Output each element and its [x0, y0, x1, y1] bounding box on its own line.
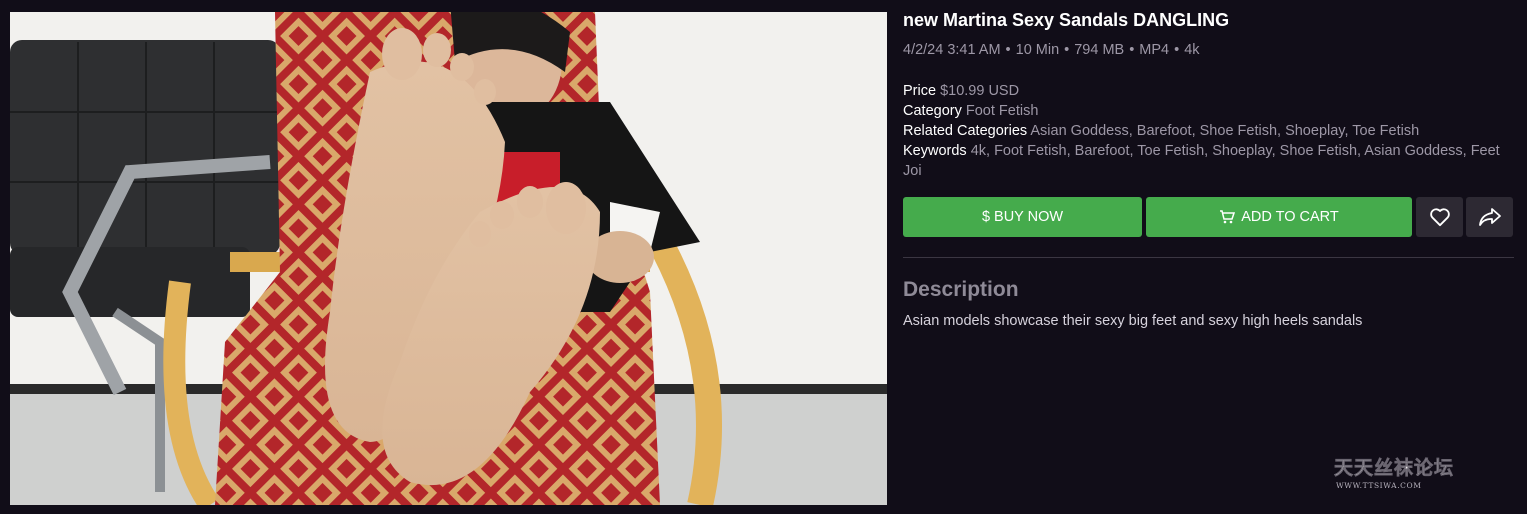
- related-categories-label: Related Categories: [903, 123, 1028, 139]
- meta-format: MP4: [1139, 42, 1170, 58]
- meta-quality: 4k: [1184, 42, 1200, 58]
- category-label: Category: [903, 103, 962, 119]
- price-row: Price $10.99 USD: [903, 81, 1503, 101]
- preview-scene: [10, 12, 887, 505]
- product-meta: 4/2/24 3:41 AM • 10 Min • 794 MB • MP4 • 4k: [903, 41, 1200, 59]
- product-details: Price $10.99 USD Category Foot Fetish Re…: [903, 81, 1503, 181]
- buy-now-button[interactable]: $ BUY NOW: [903, 197, 1142, 237]
- keywords-label: Keywords: [903, 143, 967, 159]
- share-icon: [1478, 208, 1501, 226]
- add-to-cart-label: ADD TO CART: [1241, 209, 1339, 225]
- add-to-cart-button[interactable]: ADD TO CART: [1146, 197, 1412, 237]
- meta-separator: •: [1129, 42, 1135, 58]
- product-preview-image[interactable]: [10, 12, 887, 505]
- meta-size: 794 MB: [1074, 42, 1125, 58]
- category-value[interactable]: Foot Fetish: [966, 103, 1039, 119]
- keywords-value[interactable]: 4k, Foot Fetish, Barefoot, Toe Fetish, S…: [903, 143, 1500, 179]
- meta-separator: •: [1005, 42, 1011, 58]
- watermark-text: 天天丝袜论坛: [1334, 456, 1454, 479]
- description-heading: Description: [903, 278, 1019, 301]
- category-row: Category Foot Fetish: [903, 101, 1503, 121]
- share-button[interactable]: [1466, 197, 1513, 237]
- watermark-logo: 天天丝袜论坛 WWW.TTSIWA.COM: [1334, 456, 1454, 490]
- meta-date: 4/2/24 3:41 AM: [903, 42, 1001, 58]
- section-divider: [903, 257, 1514, 258]
- product-page: new Martina Sexy Sandals DANGLING 4/2/24…: [0, 0, 1527, 514]
- meta-separator: •: [1174, 42, 1180, 58]
- favorite-button[interactable]: [1416, 197, 1463, 237]
- related-categories-row: Related Categories Asian Goddess, Barefo…: [903, 121, 1503, 141]
- price-label: Price: [903, 83, 937, 99]
- watermark-url: WWW.TTSIWA.COM: [1336, 481, 1422, 490]
- keywords-row: Keywords 4k, Foot Fetish, Barefoot, Toe …: [903, 141, 1503, 181]
- related-categories-value[interactable]: Asian Goddess, Barefoot, Shoe Fetish, Sh…: [1030, 123, 1419, 139]
- cart-icon: [1220, 210, 1236, 224]
- description-text: Asian models showcase their sexy big fee…: [903, 313, 1363, 329]
- meta-separator: •: [1064, 42, 1070, 58]
- heart-icon: [1429, 208, 1450, 227]
- product-title: new Martina Sexy Sandals DANGLING: [903, 10, 1230, 30]
- price-value: $10.99 USD: [940, 83, 1020, 99]
- meta-duration: 10 Min: [1015, 42, 1060, 58]
